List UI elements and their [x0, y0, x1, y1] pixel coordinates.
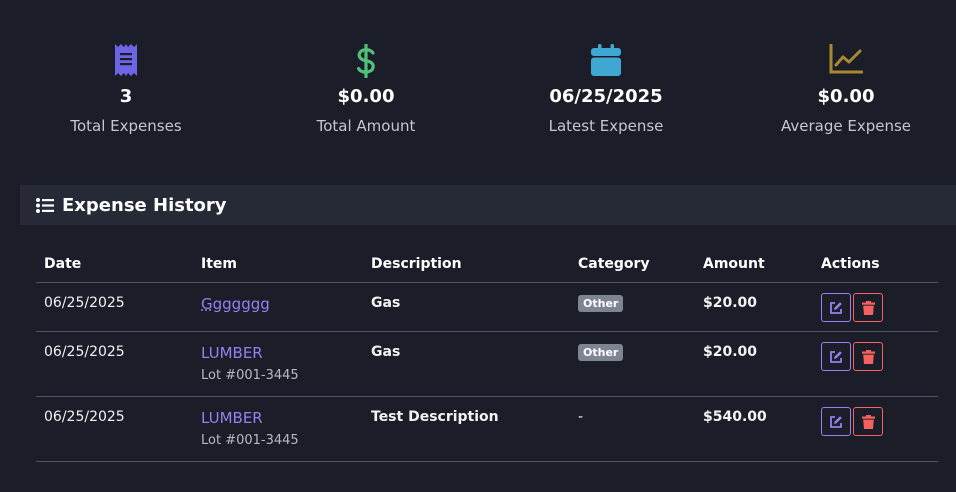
- list-icon: [36, 197, 54, 213]
- receipt-icon: [16, 44, 236, 80]
- edit-button[interactable]: [821, 293, 851, 322]
- item-lot: Lot #001-3445: [201, 368, 299, 383]
- cell-amount: $20.00: [695, 331, 813, 397]
- stat-value: 3: [119, 86, 133, 107]
- stat-label: Total Expenses: [70, 117, 182, 135]
- cell-category: Other: [570, 282, 695, 332]
- trash-icon: [861, 349, 875, 364]
- calendar-icon: [496, 44, 716, 80]
- stat-average-expense: $0.00 Average Expense: [736, 44, 956, 135]
- stat-latest-expense: 06/25/2025 Latest Expense: [496, 44, 716, 135]
- cell-actions: [813, 396, 938, 462]
- cell-date: 06/25/2025: [36, 282, 193, 332]
- table-row: 06/25/2025 LUMBER Lot #001-3445 Test Des…: [36, 396, 938, 462]
- item-link[interactable]: LUMBER: [201, 409, 363, 427]
- edit-button[interactable]: [821, 407, 851, 436]
- cell-item: LUMBER Lot #001-3445: [193, 396, 363, 462]
- category-badge: Other: [578, 344, 624, 361]
- cell-description: Test Description: [363, 396, 570, 462]
- header-actions: Actions: [813, 245, 938, 283]
- cell-actions: [813, 282, 938, 332]
- cell-category: -: [570, 396, 695, 462]
- cell-amount: $20.00: [695, 282, 813, 332]
- table-header-row: Date Item Description Category Amount Ac…: [36, 245, 938, 283]
- cell-actions: [813, 331, 938, 397]
- stat-total-amount: $0.00 Total Amount: [256, 44, 476, 135]
- header-category: Category: [570, 245, 695, 283]
- item-link[interactable]: Ggggggg: [201, 295, 363, 313]
- header-item: Item: [193, 245, 363, 283]
- cell-description: Gas: [363, 331, 570, 397]
- delete-button[interactable]: [853, 407, 883, 436]
- cell-description: Gas: [363, 282, 570, 332]
- header-amount: Amount: [695, 245, 813, 283]
- edit-button[interactable]: [821, 342, 851, 371]
- stats-row: 3 Total Expenses $0.00 Total Amount 06/2…: [0, 0, 956, 185]
- stat-value: $0.00: [337, 86, 395, 107]
- stat-value: $0.00: [817, 86, 875, 107]
- trash-icon: [861, 414, 875, 429]
- stat-label: Latest Expense: [548, 117, 664, 135]
- dollar-icon: [256, 44, 476, 80]
- stat-label: Average Expense: [780, 117, 912, 135]
- cell-category: Other: [570, 331, 695, 397]
- section-title: Expense History: [62, 194, 227, 216]
- trash-icon: [861, 300, 875, 315]
- stat-total-expenses: 3 Total Expenses: [16, 44, 236, 135]
- cell-item: Ggggggg: [193, 282, 363, 332]
- expense-history-header: Expense History: [20, 185, 956, 225]
- cell-amount: $540.00: [695, 396, 813, 462]
- edit-icon: [830, 415, 842, 428]
- edit-icon: [830, 350, 842, 363]
- cell-date: 06/25/2025: [36, 331, 193, 397]
- edit-icon: [830, 301, 842, 314]
- delete-button[interactable]: [853, 293, 883, 322]
- stat-value: 06/25/2025: [549, 86, 663, 107]
- table-row: 06/25/2025 Ggggggg Gas Other $20.00: [36, 282, 938, 332]
- expense-table: Date Item Description Category Amount Ac…: [36, 245, 938, 462]
- item-lot: Lot #001-3445: [201, 433, 299, 448]
- delete-button[interactable]: [853, 342, 883, 371]
- cell-date: 06/25/2025: [36, 396, 193, 462]
- header-date: Date: [36, 245, 193, 283]
- stat-label: Total Amount: [316, 117, 416, 135]
- category-badge: Other: [578, 295, 624, 312]
- header-description: Description: [363, 245, 570, 283]
- cell-item: LUMBER Lot #001-3445: [193, 331, 363, 397]
- table-row: 06/25/2025 LUMBER Lot #001-3445 Gas Othe…: [36, 331, 938, 397]
- line-chart-icon: [736, 44, 956, 80]
- item-link[interactable]: LUMBER: [201, 344, 363, 362]
